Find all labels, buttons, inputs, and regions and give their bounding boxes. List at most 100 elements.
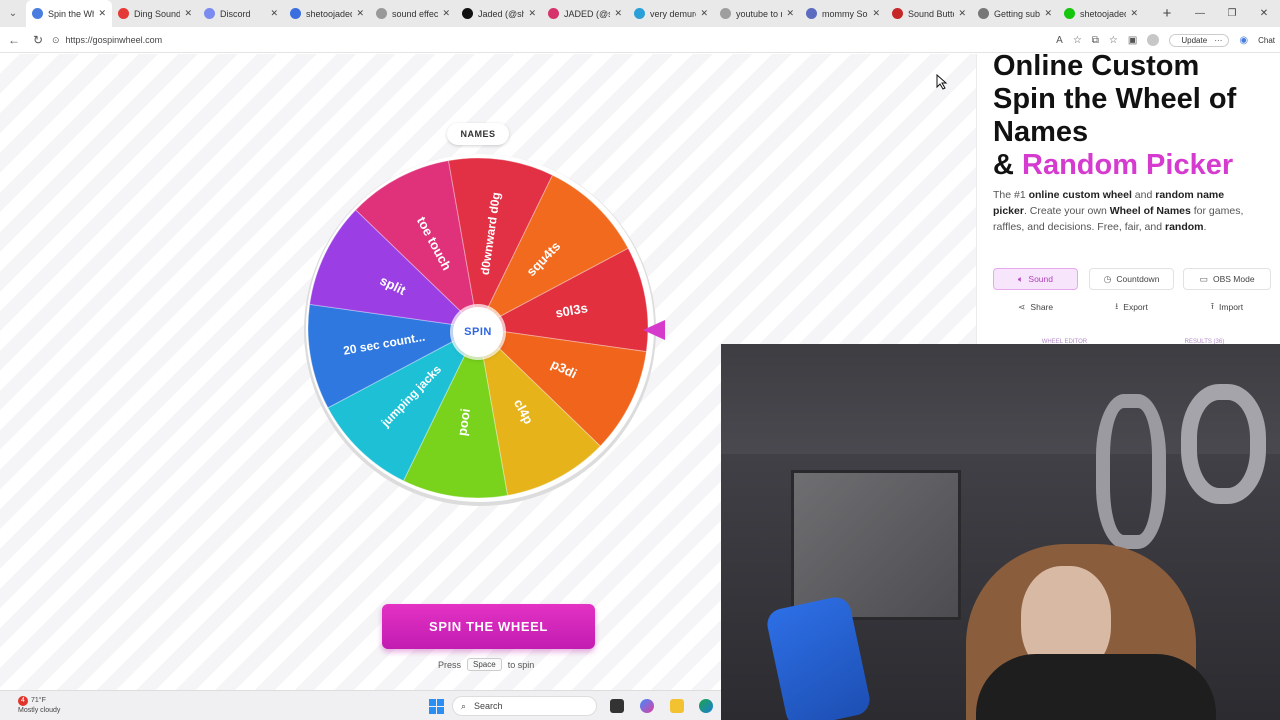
favorites-icon[interactable]: ☆ [1109,35,1118,46]
browser-tab[interactable]: Getting subs ✕ [972,0,1058,27]
obs-mode-button[interactable]: ▭ OBS Mode [1183,268,1271,290]
intro-part: . [1203,221,1207,233]
windows-start-icon[interactable] [429,699,444,714]
tab-close-icon[interactable]: ✕ [184,8,192,19]
browser-tab[interactable]: shetoojaded ✕ [284,0,370,27]
title-line-2: Spin the Wheel of [993,83,1237,115]
intro-part: and [1131,189,1156,201]
share-button[interactable]: ⋖ Share [993,296,1078,318]
browser-tab[interactable]: Discord ✕ [198,0,284,27]
read-aloud-icon[interactable]: A [1056,35,1063,46]
browser-tab[interactable]: very demure ✕ [628,0,714,27]
browser-tab[interactable]: Spin the Whe ✕ [26,0,112,27]
tab-label: mommy Sou [822,8,869,19]
new-tab-button[interactable]: + [1154,0,1180,27]
browser-tab[interactable]: Ding Sound E✕ [112,0,198,27]
export-button[interactable]: ⭳ Export [1089,296,1174,318]
tab-favicon-icon [32,8,43,19]
tab-close-icon[interactable]: ✕ [270,8,278,19]
tab-close-icon[interactable]: ✕ [1130,8,1138,19]
weather-temp: 71°F [31,697,46,704]
update-button[interactable]: Update ··· [1169,33,1230,47]
tab-label: JADED (@she [564,8,611,19]
tab-actions-icon[interactable]: ⌄ [0,0,26,27]
spin-hub-button[interactable]: SPIN [453,307,503,357]
tab-label: shetoojaded [306,8,353,19]
weather-badge: 4 [18,696,28,706]
minimize-icon[interactable]: — [1184,0,1216,27]
tab-close-icon[interactable]: ✕ [786,8,794,19]
tab-close-icon[interactable]: ✕ [958,8,966,19]
tab-favicon-icon [634,8,645,19]
tab-close-icon[interactable]: ✕ [442,8,450,19]
profile-avatar[interactable] [1147,34,1160,46]
copilot-label[interactable]: Chat [1258,36,1275,45]
names-toggle[interactable]: NAMES [447,123,509,145]
copilot-icon[interactable]: ◉ [1239,35,1248,46]
sound-label: Sound [1028,274,1053,284]
weather-widget[interactable]: 4 71°F Mostly cloudy [18,696,60,716]
back-icon[interactable]: ← [2,27,26,53]
tab-label: Spin the Whe [48,8,94,19]
close-window-icon[interactable]: ✕ [1248,0,1280,27]
reload-icon[interactable]: ↻ [26,27,50,53]
webcam-balloon-zero [1096,394,1166,549]
tab-label: Getting subs [994,8,1041,19]
tab-close-icon[interactable]: ✕ [356,8,364,19]
share-icon: ⋖ [1017,301,1026,312]
copilot-app-icon[interactable] [640,699,654,713]
browser-tab[interactable]: Sound Butto ✕ [886,0,972,27]
favorite-star-icon[interactable]: ☆ [1073,35,1082,46]
tab-close-icon[interactable]: ✕ [614,8,622,19]
hint-press: Press [438,659,462,670]
tab-close-icon[interactable]: ✕ [1044,8,1052,19]
hint-suffix: to spin [507,659,535,670]
extensions-icon[interactable]: ⧉ [1092,35,1099,46]
countdown-button[interactable]: ◷ Countdown [1089,268,1174,290]
browser-tab[interactable]: sound effects✕ [370,0,456,27]
tab-close-icon[interactable]: ✕ [872,8,880,19]
edge-icon[interactable] [699,699,713,713]
tab-favicon-icon [548,8,559,19]
taskbar-search[interactable]: ⌕ Search [452,696,597,716]
folder-icon[interactable] [670,699,684,713]
intro-part: The #1 [993,189,1029,201]
spin-the-wheel-button[interactable]: SPIN THE WHEEL [382,604,595,649]
taskbar-search-label: Search [474,701,503,711]
browser-tab[interactable]: shetoojaded ✕ [1058,0,1144,27]
intro-text: The #1 online custom wheel and random na… [993,187,1253,235]
tab-label: youtube to m [736,8,782,19]
title-line-3: Names [993,116,1089,148]
browser-tab[interactable]: Jaded (@she✕ [456,0,542,27]
title-line-1: Online Custom [993,54,1200,82]
collections-icon[interactable]: ▣ [1128,35,1137,46]
monitor-icon: ▭ [1199,273,1208,284]
site-info-icon[interactable]: ⊙ [52,35,60,46]
tab-favicon-icon [462,8,473,19]
restore-icon[interactable]: ❐ [1216,0,1248,27]
tab-close-icon[interactable]: ✕ [528,8,536,19]
speaker-icon: 🔈︎ [1018,273,1024,284]
toolbar-actions: A ☆ ⧉ ☆ ▣ Update ··· ◉ Chat [1051,27,1280,53]
tab-label: Ding Sound E [134,8,181,19]
tab-favicon-icon [806,8,817,19]
tab-favicon-icon [1064,8,1075,19]
intro-part: . Create your own [1023,205,1110,217]
browser-tab[interactable]: youtube to m ✕ [714,0,800,27]
url-text: https://gospinwheel.com [65,35,163,45]
file-explorer-icon[interactable] [610,699,624,713]
space-key-hint: Space [467,658,502,671]
page-title: Online Custom Spin the Wheel of Names & … [993,54,1280,182]
tab-label: Sound Butto [908,8,955,19]
import-button[interactable]: ⭱ Import [1183,296,1271,318]
tab-close-icon[interactable]: ✕ [98,8,106,19]
tab-close-icon[interactable]: ✕ [700,8,708,19]
tab-label: shetoojaded [1080,8,1127,19]
sound-button[interactable]: 🔈︎ Sound [993,268,1078,290]
browser-tab[interactable]: JADED (@she✕ [542,0,628,27]
search-icon: ⌕ [461,700,467,711]
intro-bold: Wheel of Names [1109,205,1191,217]
webcam-overlay [721,344,1280,720]
browser-tab[interactable]: mommy Sou ✕ [800,0,886,27]
webcam-person-shirt [976,654,1216,720]
